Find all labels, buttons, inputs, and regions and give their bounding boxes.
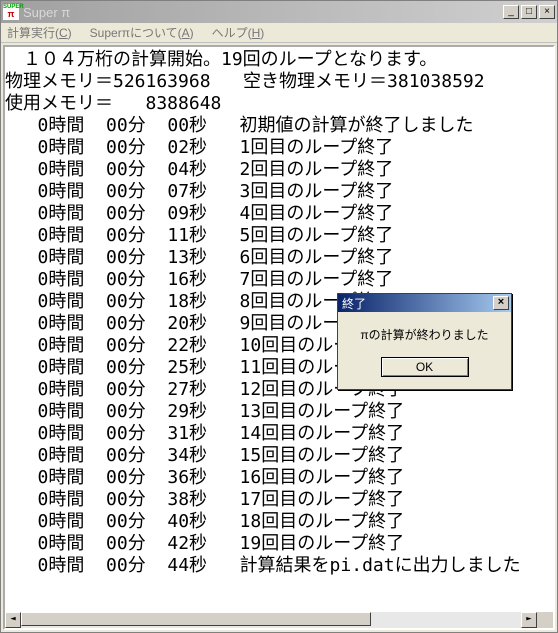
log-line: 0時間 00分 34秒 15回目のループ終了	[5, 445, 553, 467]
menu-help[interactable]: ヘルプ(H)	[212, 24, 265, 41]
close-button[interactable]: ×	[539, 5, 555, 19]
log-line: 0時間 00分 38秒 17回目のループ終了	[5, 489, 553, 511]
log-line: 0時間 00分 04秒 2回目のループ終了	[5, 159, 553, 181]
log-line: 使用メモリ＝ 8388648	[5, 93, 553, 115]
scroll-right-button[interactable]: ►	[521, 612, 537, 628]
dialog-title: 終了	[342, 295, 366, 312]
log-line: 0時間 00分 11秒 5回目のループ終了	[5, 225, 553, 247]
completion-dialog: 終了 × πの計算が終わりました OK	[337, 293, 512, 390]
menu-calc[interactable]: 計算実行(C)	[7, 24, 72, 41]
app-window: SUPER π Super π _ □ × 計算実行(C) Superπについて…	[0, 0, 558, 633]
scroll-track[interactable]	[21, 612, 521, 628]
log-line: １０４万桁の計算開始。19回のループとなります。	[5, 49, 553, 71]
dialog-titlebar[interactable]: 終了 ×	[338, 294, 511, 312]
titlebar[interactable]: SUPER π Super π _ □ ×	[1, 1, 557, 23]
log-line: 0時間 00分 31秒 14回目のループ終了	[5, 423, 553, 445]
log-line: 0時間 00分 07秒 3回目のループ終了	[5, 181, 553, 203]
dialog-close-button[interactable]: ×	[493, 296, 509, 310]
log-line: 0時間 00分 00秒 初期値の計算が終了しました	[5, 115, 553, 137]
dialog-message: πの計算が終わりました	[348, 326, 501, 343]
log-line: 0時間 00分 42秒 19回目のループ終了	[5, 533, 553, 555]
window-title: Super π	[23, 5, 70, 20]
log-line: 0時間 00分 09秒 4回目のループ終了	[5, 203, 553, 225]
minimize-button[interactable]: _	[503, 5, 519, 19]
log-line: 0時間 00分 36秒 16回目のループ終了	[5, 467, 553, 489]
app-icon: SUPER π	[3, 4, 19, 20]
log-line: 0時間 00分 29秒 13回目のループ終了	[5, 401, 553, 423]
log-line: 0時間 00分 13秒 6回目のループ終了	[5, 247, 553, 269]
menu-about[interactable]: Superπについて(A)	[90, 24, 194, 41]
log-line: 0時間 00分 16秒 7回目のループ終了	[5, 269, 553, 291]
menubar: 計算実行(C) Superπについて(A) ヘルプ(H)	[1, 23, 557, 43]
horizontal-scrollbar[interactable]: ◄ ►	[5, 612, 537, 628]
ok-button[interactable]: OK	[381, 357, 469, 377]
log-line: 0時間 00分 02秒 1回目のループ終了	[5, 137, 553, 159]
scroll-thumb[interactable]	[21, 612, 371, 626]
content-area: １０４万桁の計算開始。19回のループとなります。物理メモリ＝526163968 …	[3, 45, 555, 630]
size-grip[interactable]	[537, 612, 553, 628]
log-line: 0時間 00分 40秒 18回目のループ終了	[5, 511, 553, 533]
log-line: 0時間 00分 44秒 計算結果をpi.datに出力しました	[5, 555, 553, 577]
scroll-left-button[interactable]: ◄	[5, 612, 21, 628]
log-line: 物理メモリ＝526163968 空き物理メモリ＝381038592	[5, 71, 553, 93]
maximize-button[interactable]: □	[521, 5, 537, 19]
